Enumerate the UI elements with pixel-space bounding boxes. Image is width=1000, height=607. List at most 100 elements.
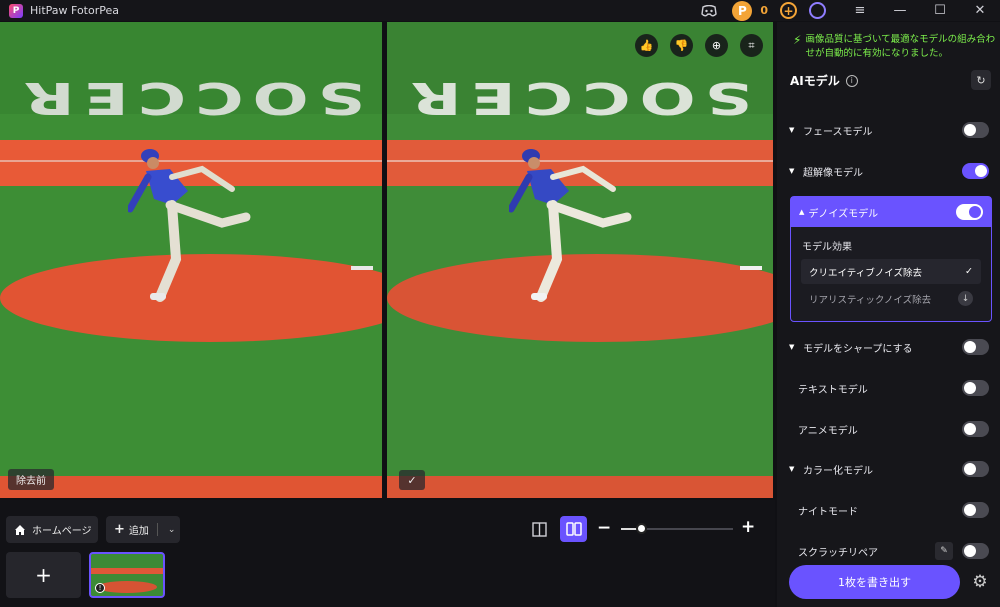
stadium-lettering: SOCCER (401, 72, 753, 123)
scratch-repair-row[interactable]: スクラッチリペア ✎ (789, 541, 989, 561)
title-bar: P HitPaw FotorPea P 0 + ≡ — ☐ ✕ (0, 0, 1000, 21)
app-logo-letter: P (12, 5, 20, 16)
night-mode-row[interactable]: ナイトモード (789, 500, 989, 520)
scratch-repair-label: スクラッチリペア (798, 547, 878, 559)
menu-icon: ≡ (854, 3, 866, 18)
before-photo: SOCCER (0, 22, 382, 498)
sharpen-model-row[interactable]: ▼ モデルをシャープにする (789, 337, 989, 357)
split-view-icon[interactable] (530, 520, 548, 538)
colorize-model-row[interactable]: ▼ カラー化モデル (789, 459, 989, 479)
coin-count: 0 (760, 4, 768, 17)
expand-triangle-icon[interactable]: ▼ (789, 343, 803, 351)
super-resolution-row[interactable]: ▼ 超解像モデル (789, 161, 989, 181)
app-title: HitPaw FotorPea (30, 4, 119, 17)
coin-icon[interactable]: P (732, 0, 753, 21)
info-icon[interactable]: i (845, 74, 858, 87)
creative-denoise-option[interactable]: クリエイティブノイズ除去 ✓ (801, 259, 981, 284)
text-model-row[interactable]: テキストモデル (789, 378, 989, 398)
expand-triangle-icon[interactable]: ▼ (789, 465, 803, 473)
colorize-model-label: カラー化モデル (803, 465, 873, 477)
buy-credits-icon[interactable]: + (780, 2, 797, 19)
side-by-side-view-icon[interactable] (560, 516, 587, 542)
denoise-model-toggle[interactable] (956, 204, 983, 220)
face-model-row[interactable]: ▼ フェースモデル (789, 120, 989, 140)
super-resolution-toggle[interactable] (962, 163, 989, 179)
realistic-denoise-label: リアリスティックノイズ除去 (809, 294, 932, 306)
app-logo-icon: P (9, 3, 23, 18)
night-mode-label: ナイトモード (798, 506, 858, 518)
refresh-icon: ↻ (976, 73, 986, 87)
user-account-icon[interactable] (809, 2, 826, 19)
add-image-tile[interactable]: + (6, 552, 81, 598)
before-label: 除去前 (8, 469, 54, 490)
pitchers-rubber (351, 266, 373, 270)
bottom-clay (387, 476, 773, 498)
scratch-repair-toggle[interactable] (962, 543, 989, 559)
expand-triangle-icon[interactable]: ▼ (789, 126, 803, 134)
stadium-lettering: SOCCER (14, 72, 366, 123)
export-button[interactable]: 1枚を書き出す (789, 565, 960, 599)
pitcher-figure (128, 149, 251, 302)
ai-model-panel: ⚡ 画像品質に基づいて最適なモデルの組み合わせが自動的に有効になりました。 AI… (777, 22, 1000, 607)
chevron-down-icon[interactable]: ⌄ (168, 525, 176, 535)
anime-model-toggle[interactable] (962, 421, 989, 437)
add-button[interactable]: + 追加 ⌄ (106, 516, 180, 543)
zoom-in-glyph: ⊕ (711, 39, 722, 52)
app-window: P HitPaw FotorPea P 0 + ≡ — ☐ ✕ SOCCER 除… (0, 0, 1000, 607)
face-model-label: フェースモデル (803, 126, 873, 138)
add-plus-icon: + (114, 522, 125, 537)
ai-model-title: AIモデル (790, 74, 840, 88)
thumb-mound (97, 581, 157, 593)
expand-triangle-icon[interactable]: ▼ (789, 167, 803, 175)
home-page-button[interactable]: ホームページ (6, 516, 98, 543)
after-check-badge: ✓ (399, 470, 425, 490)
close-icon: ✕ (974, 3, 986, 18)
zoom-in-button[interactable]: + (741, 517, 755, 537)
realistic-denoise-option[interactable]: リアリスティックノイズ除去 ↓ (801, 286, 981, 311)
crop-glyph: ⌗ (748, 38, 755, 52)
add-image-glyph: + (35, 563, 52, 587)
sharpen-model-toggle[interactable] (962, 339, 989, 355)
thumbnail-info-glyph: ! (98, 584, 102, 592)
menu-button[interactable]: ≡ (840, 0, 880, 21)
text-model-label: テキストモデル (798, 384, 868, 396)
night-mode-toggle[interactable] (962, 502, 989, 518)
discord-icon[interactable] (700, 2, 718, 20)
check-icon: ✓ (965, 266, 973, 277)
after-photo: SOCCER (387, 22, 773, 498)
download-glyph: ↓ (961, 293, 970, 304)
lightning-icon: ⚡ (793, 33, 802, 47)
thumbs-up-icon[interactable]: 👍 (635, 34, 658, 57)
close-button[interactable]: ✕ (960, 0, 1000, 21)
check-icon: ✓ (407, 473, 417, 487)
image-thumbnail[interactable]: ! (89, 552, 165, 598)
crop-icon[interactable]: ⌗ (740, 34, 763, 57)
download-icon[interactable]: ↓ (958, 291, 973, 306)
thumb-clay (91, 568, 163, 574)
refresh-button[interactable]: ↻ (971, 70, 991, 90)
image-toolbar: 👍 👎 ⊕ ⌗ (635, 34, 763, 57)
minimize-button[interactable]: — (880, 0, 920, 21)
title-bar-actions: P 0 + ≡ — ☐ ✕ (700, 0, 1000, 21)
denoise-model-header[interactable]: ▲ デノイズモデル (791, 197, 991, 227)
zoom-slider[interactable] (621, 523, 733, 534)
bottom-clay (0, 476, 382, 498)
zoom-out-button[interactable]: − (597, 518, 611, 538)
thumbs-down-icon[interactable]: 👎 (670, 34, 693, 57)
coin-letter: P (737, 3, 747, 18)
zoom-slider-handle[interactable] (636, 523, 648, 534)
after-image-pane[interactable]: SOCCER 👍 👎 ⊕ ⌗ ✓ (387, 22, 773, 498)
before-image-pane[interactable]: SOCCER 除去前 (0, 22, 382, 498)
text-model-toggle[interactable] (962, 380, 989, 396)
maximize-button[interactable]: ☐ (920, 0, 960, 21)
colorize-model-toggle[interactable] (962, 461, 989, 477)
auto-enable-notice: ⚡ 画像品質に基づいて最適なモデルの組み合わせが自動的に有効になりました。 (793, 33, 999, 61)
buy-credits-glyph: + (783, 3, 794, 18)
face-model-toggle[interactable] (962, 122, 989, 138)
settings-gear-icon[interactable]: ⚙ (969, 571, 991, 593)
zoom-in-icon[interactable]: ⊕ (705, 34, 728, 57)
model-effect-title: モデル効果 (802, 242, 852, 253)
anime-model-row[interactable]: アニメモデル (789, 419, 989, 439)
premium-feature-icon: ✎ (935, 542, 953, 560)
pitcher-figure (509, 149, 632, 302)
